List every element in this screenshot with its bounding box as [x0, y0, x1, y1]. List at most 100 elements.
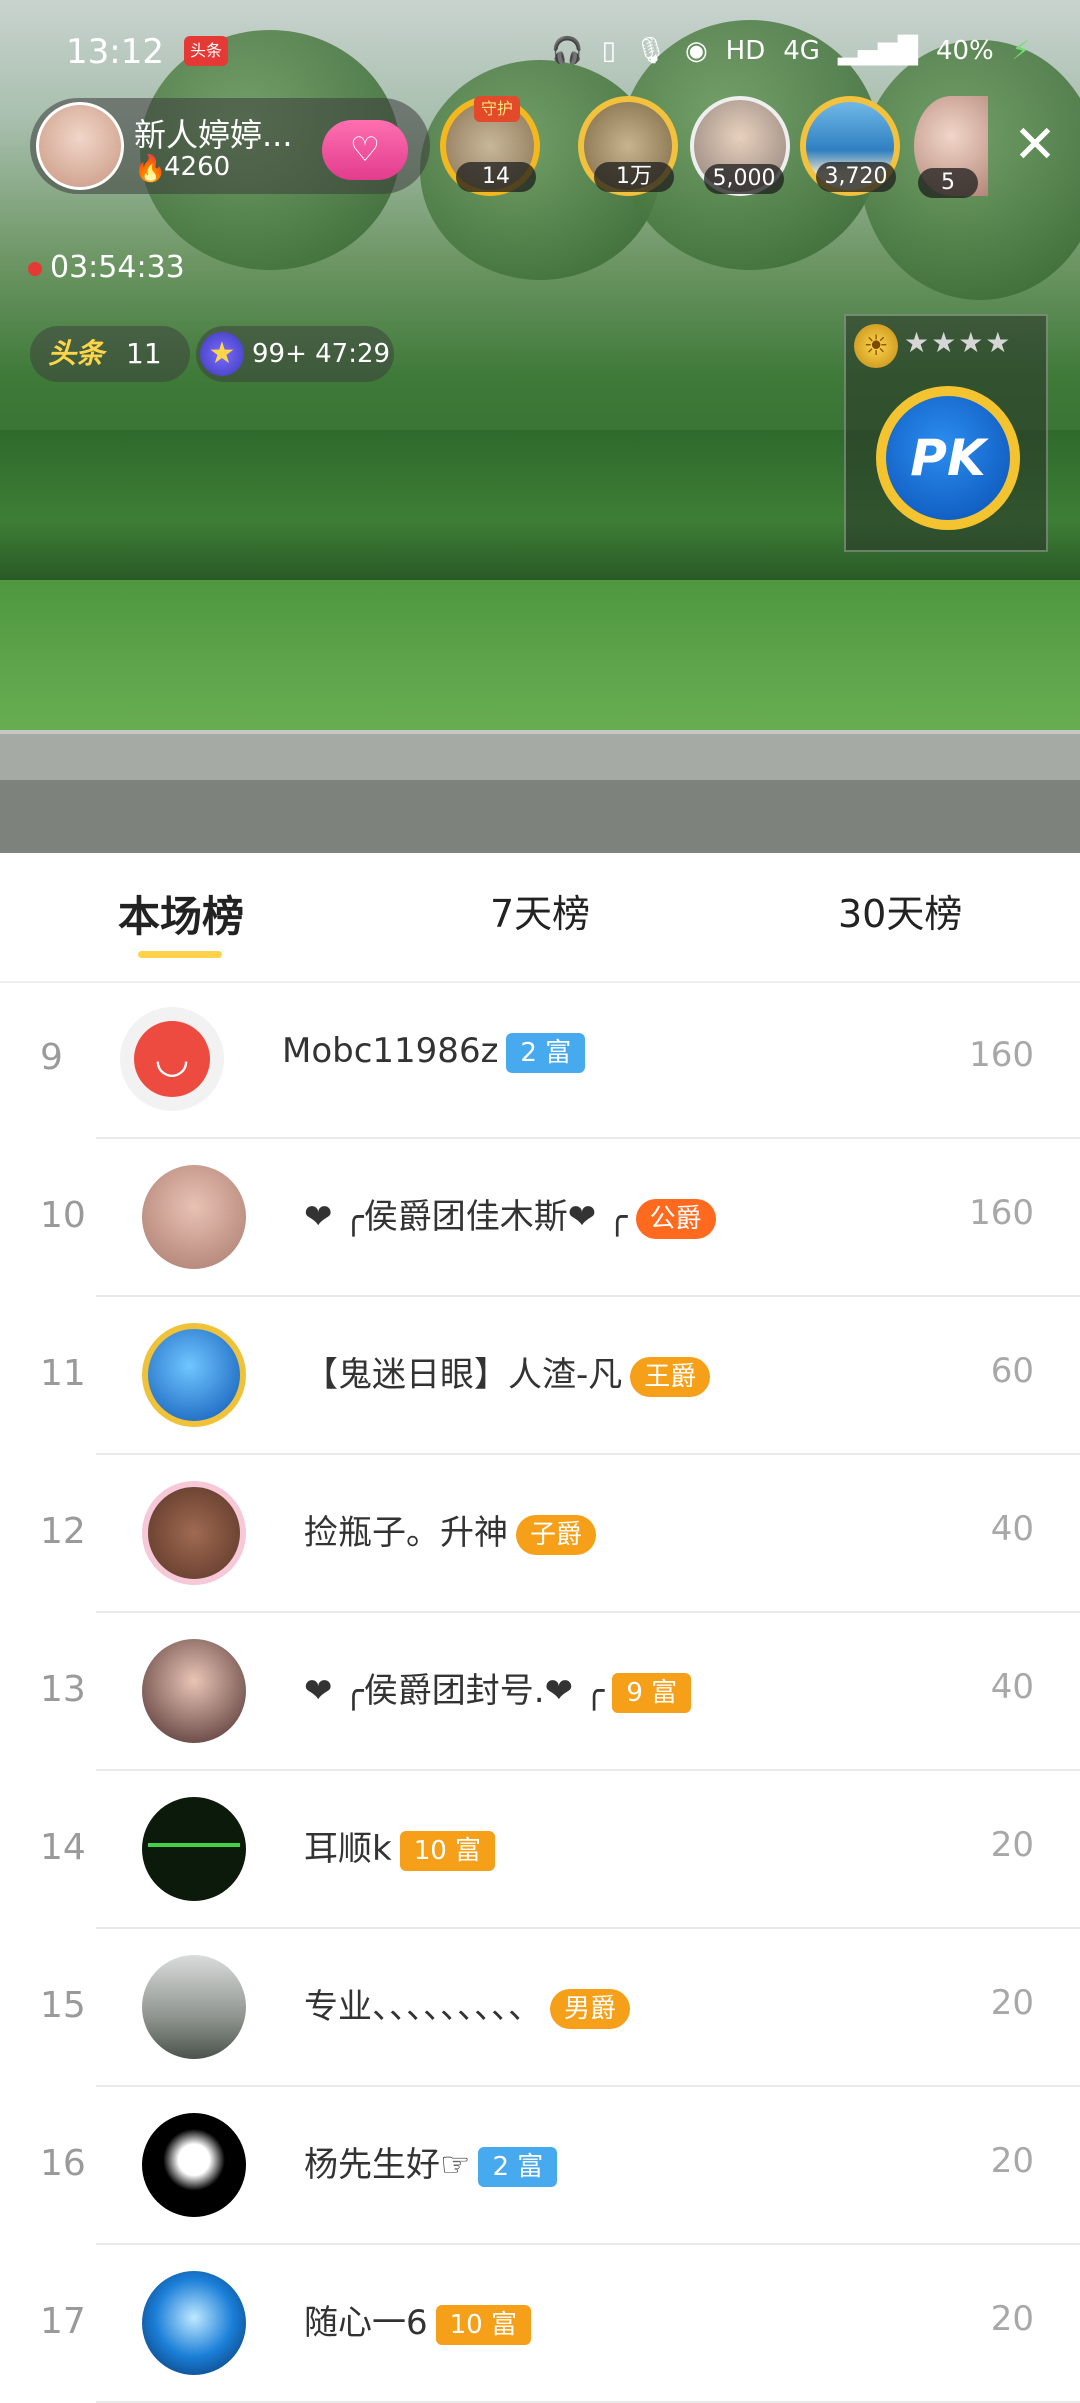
- user-name: 随心一6 10 富: [304, 2295, 531, 2345]
- title-badge: 王爵: [630, 1356, 711, 1397]
- pk-stars: ★★★★: [904, 326, 1013, 359]
- viewer-avatar[interactable]: 5,000: [690, 96, 790, 196]
- battery-charging-icon: ⚡: [1011, 36, 1030, 66]
- rank-number: 10: [40, 1195, 86, 1236]
- signal-label: 4G: [783, 36, 820, 66]
- list-item[interactable]: 11 【鬼迷日眼】人渣-凡 王爵 60: [0, 1297, 1080, 1455]
- rank-number: 16: [40, 2143, 86, 2184]
- status-time: 13:12: [66, 32, 164, 72]
- pk-button[interactable]: PK: [876, 386, 1020, 530]
- avatar[interactable]: [142, 2271, 246, 2375]
- title-badge: 公爵: [635, 1198, 716, 1239]
- ranking-tabs: 本场榜 7天榜 30天榜: [0, 853, 1080, 983]
- list-item[interactable]: 10 ❤ ╭侯爵团佳木斯❤ ╭ 公爵 160: [0, 1139, 1080, 1297]
- ranking-panel: 本场榜 7天榜 30天榜 9 ◡ Mobc11986z 2 富 160 10 ❤ …: [0, 853, 1080, 2403]
- viewer-count: 5,000: [704, 164, 784, 194]
- guard-badge: 守护: [474, 96, 520, 122]
- avatar[interactable]: [142, 1797, 246, 1901]
- user-score: 60: [990, 1351, 1034, 1391]
- avatar[interactable]: ◡: [120, 1007, 224, 1111]
- user-name: ❤ ╭侯爵团佳木斯❤ ╭ 公爵: [304, 1189, 716, 1239]
- user-score: 20: [990, 2299, 1034, 2339]
- road: [0, 780, 1080, 853]
- wealth-badge: 10 富: [435, 2304, 531, 2345]
- viewer-avatar[interactable]: 3,720: [800, 96, 900, 196]
- avatar[interactable]: [142, 1323, 246, 1427]
- rank-number: 17: [40, 2301, 86, 2342]
- close-icon[interactable]: ✕: [1010, 119, 1060, 171]
- viewer-avatar[interactable]: 1万: [578, 96, 678, 196]
- title-badge: 男爵: [550, 1988, 631, 2029]
- user-name: 【鬼迷日眼】人渣-凡 王爵: [304, 1347, 711, 1397]
- tab-current-session[interactable]: 本场榜: [118, 883, 244, 944]
- user-score: 20: [990, 2141, 1034, 2181]
- rank-number: 11: [40, 1353, 86, 1394]
- avatar[interactable]: [142, 1165, 246, 1269]
- news-app-icon: 头条: [184, 36, 228, 66]
- viewer-count: 1万: [594, 162, 674, 192]
- live-duration: 03:54:33: [28, 250, 185, 285]
- live-duration-text: 03:54:33: [50, 250, 185, 285]
- host-popularity: 4260: [164, 152, 231, 182]
- user-score: 40: [990, 1509, 1034, 1549]
- title-badge: 子爵: [516, 1514, 597, 1555]
- avatar[interactable]: [142, 1955, 246, 2059]
- user-name: Mobc11986z 2 富: [282, 1031, 586, 1073]
- user-score: 20: [990, 1983, 1034, 2023]
- follow-heart-button[interactable]: ♡: [322, 120, 408, 180]
- signal-icon: ▂▄▆█: [837, 36, 918, 66]
- viewer-count: 3,720: [816, 162, 896, 192]
- rank-number: 9: [40, 1037, 63, 1078]
- headline-logo: 头条: [48, 337, 105, 370]
- live-dot-icon: [28, 261, 42, 276]
- wealth-badge: 2 富: [506, 1032, 586, 1073]
- user-name: ❤ ╭侯爵团封号.❤ ╭ 9 富: [304, 1663, 692, 1713]
- viewer-avatar[interactable]: 5: [914, 96, 988, 198]
- list-item[interactable]: 17 随心一6 10 富 20: [0, 2245, 1080, 2403]
- list-item[interactable]: 12 捡瓶子。升神 子爵 40: [0, 1455, 1080, 1613]
- camera-icon: ◉: [684, 36, 708, 66]
- pk-widget[interactable]: ☀ ★★★★ PK: [844, 314, 1048, 552]
- list-item[interactable]: 13 ❤ ╭侯爵团封号.❤ ╭ 9 富 40: [0, 1613, 1080, 1771]
- viewer-avatar[interactable]: 守护 14: [440, 96, 540, 196]
- avatar[interactable]: [142, 2113, 246, 2217]
- user-score: 20: [990, 1825, 1034, 1865]
- fire-icon: 🔥: [134, 154, 167, 184]
- sun-level-icon: ☀: [854, 324, 898, 368]
- host-avatar[interactable]: [36, 102, 124, 190]
- wealth-badge: 10 富: [399, 1830, 496, 1871]
- star-rank-text: 99+ 47:29: [252, 339, 391, 369]
- status-bar: 13:12 头条 🎧 ▯ 🎙 ◉ HD 4G ▂▄▆█ 40% ⚡: [0, 28, 1080, 80]
- wealth-badge: 2 富: [478, 2146, 558, 2187]
- star-icon: ★: [200, 332, 244, 376]
- hd-label: HD: [725, 36, 766, 66]
- host-name: 新人婷婷...: [134, 116, 293, 154]
- user-name: 耳顺k 10 富: [304, 1821, 496, 1871]
- battery-label: 40%: [935, 36, 994, 66]
- list-item[interactable]: 16 杨先生好☞ 2 富 20: [0, 2087, 1080, 2245]
- mic-icon: 🎙: [633, 36, 667, 66]
- user-score: 160: [969, 1035, 1034, 1075]
- star-rank[interactable]: ★ 99+ 47:29: [196, 326, 394, 382]
- heartbeat-icon: [148, 1843, 240, 1847]
- viewer-count: 5: [918, 168, 978, 198]
- user-score: 160: [969, 1193, 1034, 1233]
- tab-30-days[interactable]: 30天榜: [838, 883, 962, 938]
- rank-number: 13: [40, 1669, 86, 1710]
- user-name: 杨先生好☞ 2 富: [304, 2137, 558, 2187]
- headline-rank-value: 11: [126, 337, 162, 370]
- avatar[interactable]: [142, 1481, 246, 1585]
- list-item[interactable]: 14 耳顺k 10 富 20: [0, 1771, 1080, 1929]
- headline-rank[interactable]: 头条 11: [30, 326, 190, 382]
- tab-7-days[interactable]: 7天榜: [490, 883, 590, 938]
- rank-number: 15: [40, 1985, 86, 2026]
- list-item[interactable]: 9 ◡ Mobc11986z 2 富 160: [0, 981, 1080, 1139]
- curb: [0, 730, 1080, 784]
- rank-number: 14: [40, 1827, 86, 1868]
- list-item[interactable]: 15 专业、、、、、、、、、 男爵 20: [0, 1929, 1080, 2087]
- wink-face-icon: ◡: [134, 1021, 210, 1097]
- status-icons: 🎧 ▯ 🎙 ◉ HD 4G ▂▄▆█ 40% ⚡: [551, 36, 1030, 66]
- avatar[interactable]: [142, 1639, 246, 1743]
- user-score: 40: [990, 1667, 1034, 1707]
- active-tab-indicator: [138, 951, 222, 958]
